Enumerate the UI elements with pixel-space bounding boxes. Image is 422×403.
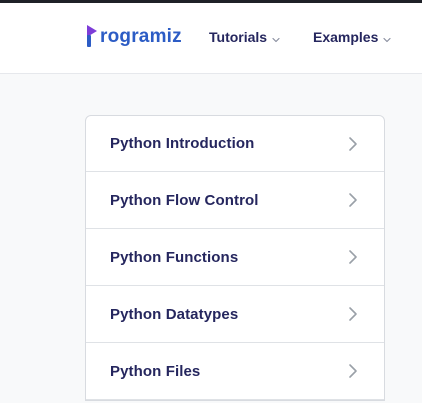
nav-tutorials-label: Tutorials — [209, 29, 268, 45]
topic-label: Python Introduction — [110, 135, 255, 152]
chevron-down-icon — [271, 32, 281, 43]
chevron-right-icon — [346, 136, 360, 152]
site-header: rogramiz Tutorials Examples — [0, 3, 422, 74]
topic-label: Python Datatypes — [110, 305, 239, 323]
chevron-right-icon — [346, 192, 360, 208]
topic-label: Python Functions — [110, 248, 239, 266]
nav-examples[interactable]: Examples — [313, 29, 392, 45]
nav-examples-label: Examples — [313, 29, 379, 45]
logo-text: rogramiz — [100, 25, 182, 47]
programiz-logo[interactable]: rogramiz — [84, 21, 182, 51]
nav-tutorials[interactable]: Tutorials — [209, 29, 281, 45]
python-topic-list: Python Introduction Python Flow Control … — [85, 115, 385, 401]
programiz-logo-icon — [84, 23, 99, 49]
chevron-right-icon — [346, 306, 360, 322]
topic-label: Python Flow Control — [110, 191, 259, 209]
topic-python-introduction[interactable]: Python Introduction — [86, 116, 384, 172]
chevron-right-icon — [346, 363, 360, 379]
topic-python-datatypes[interactable]: Python Datatypes — [86, 286, 384, 343]
topic-python-flow-control[interactable]: Python Flow Control — [86, 172, 384, 229]
topic-python-files[interactable]: Python Files — [86, 343, 384, 400]
topic-label: Python Files — [110, 362, 201, 380]
topic-python-functions[interactable]: Python Functions — [86, 229, 384, 286]
chevron-down-icon — [382, 32, 392, 43]
chevron-right-icon — [346, 249, 360, 265]
